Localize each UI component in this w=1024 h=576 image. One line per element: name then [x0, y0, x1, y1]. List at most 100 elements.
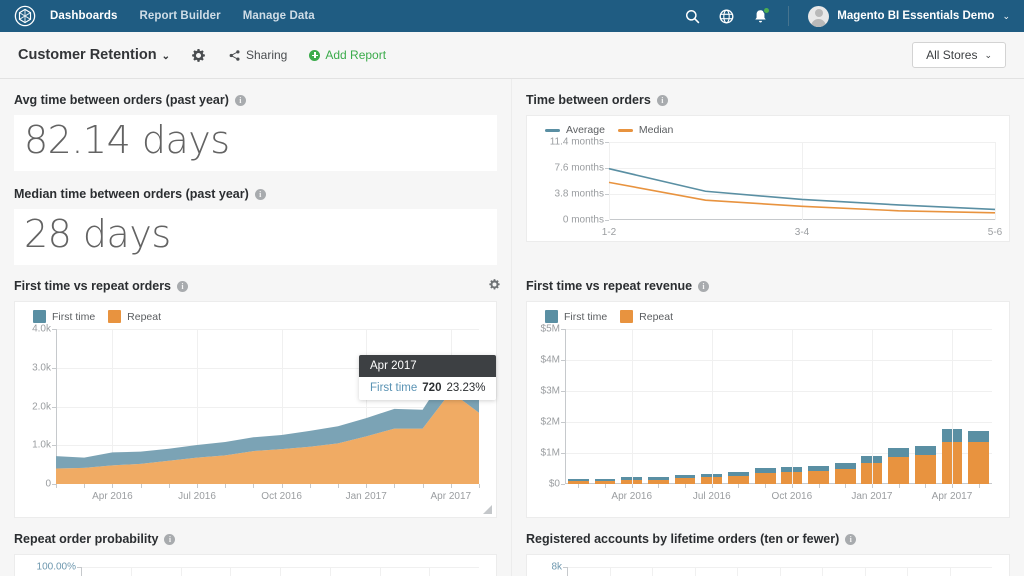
notifications-button[interactable] — [752, 6, 771, 25]
bar-segment-repeat — [834, 468, 856, 484]
x-axis-tick — [658, 484, 660, 488]
legend-item-first-time[interactable]: First time — [33, 310, 95, 323]
x-axis-tick-label: Jan 2017 — [851, 491, 893, 502]
bar-segment-repeat — [914, 455, 936, 484]
gridline — [822, 567, 823, 576]
registered-accounts-plot[interactable]: 8k — [551, 562, 992, 576]
legend-item-median[interactable]: Median — [617, 124, 673, 136]
registered-accounts-title: Registered accounts by lifetime orders (… — [526, 532, 840, 546]
bar-column[interactable] — [834, 427, 856, 484]
chevron-down-icon: ⌄ — [161, 51, 170, 62]
legend-label-first-time: First time — [564, 310, 608, 323]
chevron-down-icon: ⌄ — [984, 49, 992, 60]
first-vs-repeat-revenue-plot[interactable]: $0 $1M $2M $3M $4M $5M Apr 2016 Jul 2016 Oct 201… — [541, 324, 992, 502]
bar-segment-first-time — [567, 479, 589, 482]
dashboard-toolbar: Customer Retention ⌄ Sharing Add Report A… — [0, 32, 1024, 79]
gridline — [951, 329, 953, 484]
x-axis-tick-label: Apr 2017 — [931, 491, 973, 502]
x-axis-tick-label: 5-6 — [987, 227, 1003, 238]
nav-link-dashboards[interactable]: Dashboards — [50, 10, 117, 22]
legend-item-first-time[interactable]: First time — [545, 310, 607, 323]
time-between-orders-plot[interactable]: 0 months 3.8 months 7.6 months 11.4 months 1… — [550, 137, 1003, 239]
sharing-button[interactable]: Sharing — [228, 48, 287, 62]
bar-column[interactable] — [808, 431, 829, 484]
x-axis-tick — [871, 484, 873, 488]
bar-column[interactable] — [567, 456, 589, 484]
info-icon[interactable]: i — [698, 280, 710, 292]
gridline — [737, 567, 738, 576]
magento-hexagon-logo[interactable] — [14, 5, 36, 27]
gridline — [379, 567, 381, 576]
info-icon[interactable]: i — [254, 188, 266, 200]
bar-column[interactable] — [888, 409, 909, 484]
gridline — [429, 567, 431, 576]
info-icon[interactable]: i — [234, 94, 246, 106]
avg-time-header: Avg time between orders (past year) i — [14, 89, 497, 111]
info-icon[interactable]: i — [177, 280, 189, 292]
gridline — [995, 142, 996, 220]
sharing-label: Sharing — [245, 48, 288, 62]
bar-segment-first-time — [808, 466, 829, 471]
bar-column[interactable] — [968, 393, 990, 484]
avg-time-title: Avg time between orders (past year) — [14, 93, 229, 107]
x-axis-tick — [765, 484, 767, 488]
page-title: Customer Retention — [18, 47, 157, 63]
first-vs-repeat-revenue-title: First time vs repeat revenue — [526, 279, 693, 293]
x-axis-tick — [337, 484, 339, 488]
first-vs-repeat-orders-header: First time vs repeat orders i — [14, 275, 500, 297]
x-axis-tick-label: Jul 2016 — [178, 491, 216, 502]
chevron-down-icon: ⌄ — [1002, 10, 1010, 21]
bar-segment-first-time — [594, 479, 616, 481]
bar-segment-first-time — [754, 468, 776, 473]
x-axis-tick — [685, 484, 687, 488]
legend-label-repeat: Repeat — [127, 310, 162, 323]
bar-column[interactable] — [728, 441, 749, 484]
store-filter-dropdown[interactable]: All Stores ⌄ — [912, 42, 1006, 68]
y-axis-tick-label: 3.8 months — [554, 188, 604, 200]
primary-nav-links: Dashboards Report Builder Manage Data — [50, 10, 315, 22]
dashboard-title-dropdown[interactable]: Customer Retention ⌄ — [18, 47, 170, 63]
legend-item-repeat[interactable]: Repeat — [620, 310, 673, 323]
nav-link-report-builder[interactable]: Report Builder — [139, 10, 220, 22]
nav-link-manage-data[interactable]: Manage Data — [243, 10, 315, 22]
gear-icon[interactable] — [488, 278, 501, 291]
repeat-order-probability-header: Repeat order probability i — [14, 528, 497, 550]
bar-segment-repeat — [968, 441, 990, 484]
gridline — [652, 567, 653, 576]
first-vs-repeat-orders-plot[interactable]: 0 1.0k 2.0k 3.0k 4.0k Apr 2016 Jul 2016 Oct 201… — [32, 324, 480, 502]
repeat-order-probability-plot[interactable]: 100.00% — [37, 562, 479, 576]
panel-resize-handle[interactable] — [483, 505, 492, 514]
bar-segment-first-time — [728, 472, 749, 476]
bar-column[interactable] — [594, 457, 616, 484]
x-axis-tick — [631, 484, 633, 488]
x-axis-tick — [711, 484, 713, 488]
add-report-button[interactable]: Add Report — [309, 48, 386, 62]
info-icon[interactable]: i — [656, 94, 668, 106]
y-axis-tick-label: 0 months — [562, 214, 604, 226]
gridline — [230, 567, 232, 576]
legend-item-average[interactable]: Average — [545, 124, 605, 136]
y-axis-tick-label: $0 — [548, 478, 560, 490]
info-icon[interactable]: i — [845, 533, 857, 545]
y-axis-tick-label: $4M — [540, 354, 560, 366]
x-axis-tick-label: Apr 2016 — [611, 491, 653, 502]
y-axis — [81, 567, 82, 576]
search-icon[interactable] — [684, 8, 701, 25]
tooltip-value: 720 — [422, 382, 442, 394]
legend-line-average — [545, 128, 560, 132]
legend-revenue: First time Repeat — [527, 302, 1009, 325]
gridline — [791, 329, 793, 484]
panel-time-between-orders: Time between orders i Average Median 0 m… — [512, 79, 1024, 265]
legend-item-repeat[interactable]: Repeat — [108, 310, 161, 323]
bar-segment-first-time — [674, 474, 696, 479]
info-icon[interactable]: i — [164, 533, 176, 545]
user-menu[interactable]: Magento BI Essentials Demo ⌄ — [808, 5, 1010, 27]
bar-column[interactable] — [647, 451, 669, 484]
globe-icon[interactable] — [718, 8, 735, 25]
gear-icon[interactable] — [191, 48, 206, 63]
gridline — [694, 567, 696, 576]
top-navigation-bar: Dashboards Report Builder Manage Data Ma… — [0, 0, 1024, 32]
bar-column[interactable] — [914, 407, 936, 484]
bar-column[interactable] — [674, 447, 696, 484]
bar-column[interactable] — [754, 435, 776, 484]
